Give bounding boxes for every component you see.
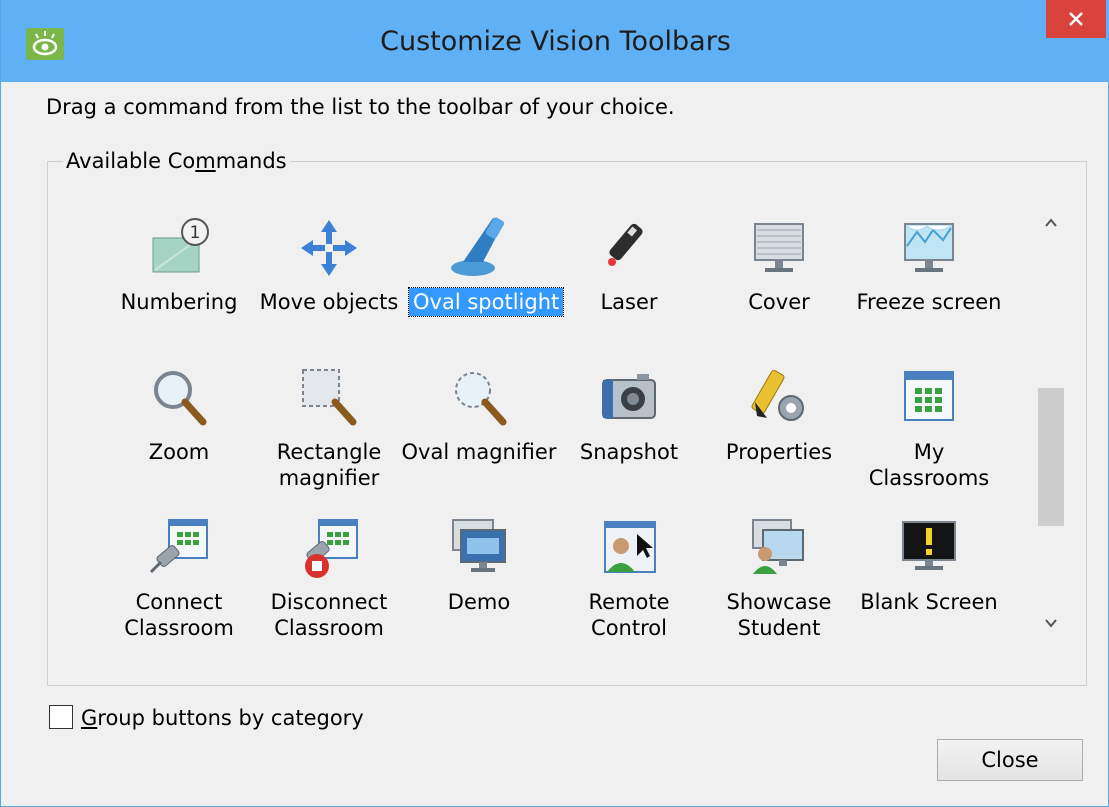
command-snapshot[interactable]: Snapshot [551, 364, 707, 504]
command-properties[interactable]: Properties [701, 364, 857, 504]
command-label: Laser [600, 290, 658, 314]
showcase-student-icon [752, 519, 804, 574]
command-zoom[interactable]: Zoom [101, 364, 257, 504]
dialog-title: Customize Vision Toolbars [380, 26, 731, 57]
command-label: Zoom [148, 440, 210, 464]
rectangle-magnifier-icon [302, 369, 357, 426]
command-remote-control[interactable]: Remote Control [551, 514, 707, 654]
command-label: Showcase Student [726, 590, 832, 640]
scroll-down-button[interactable] [1036, 608, 1066, 638]
freeze-screen-icon [904, 223, 954, 272]
command-freeze-screen[interactable]: Freeze screen [851, 214, 1007, 354]
command-label: Move objects [259, 290, 399, 314]
laser-icon [608, 223, 643, 266]
snapshot-icon [602, 374, 656, 419]
command-move-objects[interactable]: Move objects [251, 214, 407, 354]
close-button[interactable]: Close [937, 739, 1083, 781]
command-label: Demo [447, 590, 511, 614]
svg-text:1: 1 [190, 223, 201, 243]
move-objects-icon [301, 220, 357, 276]
connect-classroom-icon [149, 519, 208, 574]
command-showcase-student[interactable]: Showcase Student [701, 514, 857, 654]
command-numbering[interactable]: 1 Numbering [101, 214, 257, 354]
oval-magnifier-icon [455, 372, 507, 426]
commands-scrollbar[interactable] [1036, 208, 1066, 638]
dialog-body: Drag a command from the list to the tool… [10, 82, 1100, 800]
command-label: Rectangle magnifier [276, 440, 382, 490]
disconnect-classroom-icon [305, 519, 358, 578]
group-by-category-label[interactable]: Group buttons by category [81, 705, 364, 731]
scroll-thumb[interactable] [1038, 388, 1064, 526]
command-label: Connect Classroom [124, 590, 234, 640]
oval-spotlight-icon [451, 217, 505, 276]
remote-control-icon [604, 521, 656, 573]
demo-icon [452, 519, 506, 572]
command-label: My Classrooms [868, 440, 990, 490]
blank-screen-icon [902, 521, 956, 570]
command-rectangle-magnifier[interactable]: Rectangle magnifier [251, 364, 407, 504]
command-label: Oval magnifier [401, 440, 557, 464]
command-label: Blank Screen [860, 590, 998, 614]
zoom-icon [154, 371, 207, 426]
command-my-classrooms[interactable]: My Classrooms [851, 364, 1007, 504]
cover-icon [754, 223, 804, 272]
command-disconnect-classroom[interactable]: Disconnect Classroom [251, 514, 407, 654]
customize-toolbars-dialog: Customize Vision Toolbars Drag a command… [0, 0, 1109, 807]
command-laser[interactable]: Laser [551, 214, 707, 354]
command-label: Oval spotlight [407, 287, 565, 317]
available-commands-legend: Available Commands [63, 149, 290, 173]
x-icon [1069, 12, 1083, 26]
chevron-up-icon [1045, 218, 1057, 227]
command-blank-screen[interactable]: Blank Screen [851, 514, 1007, 654]
command-oval-magnifier[interactable]: Oval magnifier [401, 364, 557, 504]
my-classrooms-icon [904, 371, 954, 421]
instructions-text: Drag a command from the list to the tool… [46, 95, 675, 119]
command-label: Remote Control [588, 590, 670, 640]
chevron-down-icon [1045, 619, 1057, 628]
command-label: Snapshot [579, 440, 679, 464]
command-label: Cover [748, 290, 810, 314]
window-close-button[interactable] [1046, 0, 1106, 38]
available-commands-group: Available Commands 1 Numbering Move obje… [47, 149, 1087, 686]
group-by-category-checkbox[interactable] [49, 705, 73, 729]
command-demo[interactable]: Demo [401, 514, 557, 654]
properties-icon [751, 370, 804, 421]
command-label: Freeze screen [856, 290, 1002, 314]
numbering-icon: 1 [152, 218, 209, 273]
command-connect-classroom[interactable]: Connect Classroom [101, 514, 257, 654]
title-bar[interactable]: Customize Vision Toolbars [1, 0, 1109, 82]
command-oval-spotlight[interactable]: Oval spotlight [401, 214, 565, 354]
command-label: Numbering [120, 290, 238, 314]
command-label: Disconnect Classroom [270, 590, 388, 640]
scroll-up-button[interactable] [1036, 208, 1066, 238]
command-label: Properties [725, 440, 833, 464]
command-cover[interactable]: Cover [701, 214, 857, 354]
